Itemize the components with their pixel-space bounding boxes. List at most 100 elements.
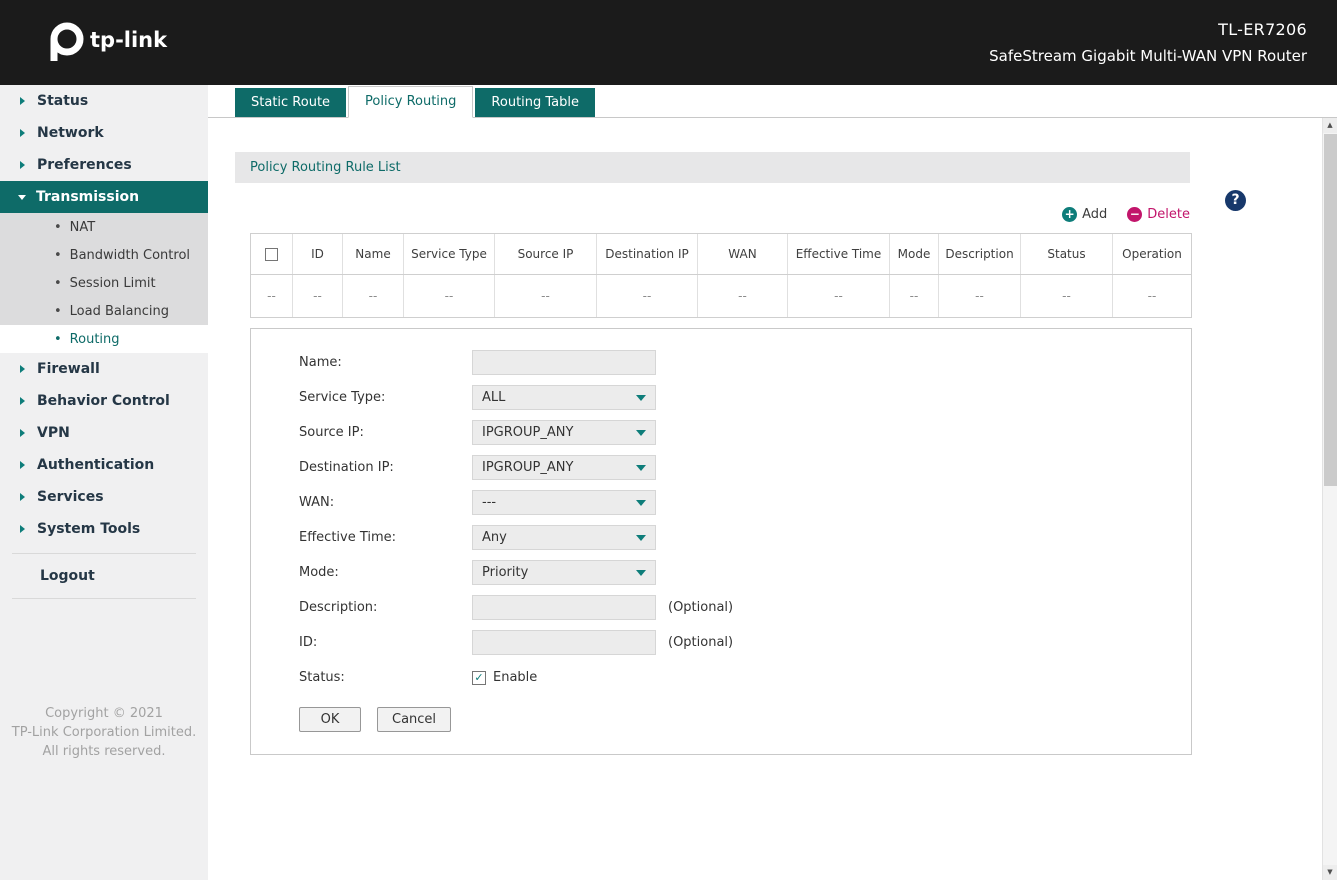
main-content: Static Route Policy Routing Routing Tabl… [208, 85, 1337, 880]
sidebar-item-routing[interactable]: • Routing [0, 325, 208, 353]
sidebar-item-label: Authentication [37, 457, 155, 473]
chevron-down-icon [636, 429, 646, 436]
help-glyph: ? [1231, 192, 1240, 208]
wan-select[interactable]: --- [472, 490, 656, 515]
select-value: Any [482, 530, 507, 545]
tab-content: Policy Routing Rule List ? + Add − Delet… [208, 152, 1337, 755]
sidebar-item-label: Behavior Control [37, 393, 170, 409]
optional-hint: (Optional) [668, 635, 734, 650]
ok-button[interactable]: OK [299, 707, 361, 732]
tab-static-route[interactable]: Static Route [235, 88, 347, 117]
scroll-up-arrow[interactable]: ▲ [1323, 118, 1337, 133]
form-row-effective-time: Effective Time: Any [251, 520, 1191, 555]
sidebar-item-bandwidth-control[interactable]: • Bandwidth Control [0, 241, 208, 269]
chevron-right-icon [20, 97, 25, 105]
id-input[interactable] [472, 630, 656, 655]
logo-wordmark: tp-link [90, 28, 168, 52]
scrollbar-thumb[interactable] [1324, 134, 1337, 486]
sidebar-item-vpn[interactable]: VPN [0, 417, 208, 449]
chevron-right-icon [20, 365, 25, 373]
chevron-down-icon [636, 569, 646, 576]
optional-hint: (Optional) [668, 600, 734, 615]
column-header-description: Description [939, 234, 1021, 274]
name-input[interactable] [472, 350, 656, 375]
add-button[interactable]: + Add [1062, 206, 1108, 222]
select-value: --- [482, 495, 497, 510]
table-cell: -- [495, 275, 597, 317]
form-buttons: OK Cancel [251, 707, 1191, 732]
help-icon[interactable]: ? [1225, 190, 1246, 211]
column-header-wan: WAN [698, 234, 788, 274]
destination-ip-label: Destination IP: [299, 460, 394, 475]
column-header-id: ID [293, 234, 343, 274]
chevron-down-icon [636, 534, 646, 541]
form-row-source-ip: Source IP: IPGROUP_ANY [251, 415, 1191, 450]
mode-select[interactable]: Priority [472, 560, 656, 585]
table-toolbar: + Add − Delete [235, 204, 1190, 224]
table-cell: -- [890, 275, 939, 317]
table-cell: -- [1147, 289, 1157, 303]
column-header-effective-time: Effective Time [788, 234, 890, 274]
vertical-scrollbar[interactable]: ▲ ▼ [1322, 118, 1337, 880]
sidebar-item-firewall[interactable]: Firewall [0, 353, 208, 385]
chevron-right-icon [20, 429, 25, 437]
device-model: TL-ER7206 [1218, 20, 1307, 39]
scroll-down-arrow[interactable]: ▼ [1323, 865, 1337, 880]
delete-icon: − [1127, 206, 1143, 222]
select-all-cell [251, 234, 293, 274]
service-type-select[interactable]: ALL [472, 385, 656, 410]
description-input[interactable] [472, 595, 656, 620]
select-all-checkbox[interactable] [265, 247, 278, 261]
chevron-right-icon [20, 161, 25, 169]
cancel-button[interactable]: Cancel [377, 707, 452, 732]
sidebar-item-status[interactable]: Status [0, 85, 208, 117]
sidebar-item-authentication[interactable]: Authentication [0, 449, 208, 481]
sidebar-item-session-limit[interactable]: • Session Limit [0, 269, 208, 297]
sidebar-item-behavior-control[interactable]: Behavior Control [0, 385, 208, 417]
sidebar-item-preferences[interactable]: Preferences [0, 149, 208, 181]
enable-checkbox[interactable]: ✓ [472, 670, 486, 685]
select-value: ALL [482, 390, 506, 405]
device-subtitle: SafeStream Gigabit Multi-WAN VPN Router [989, 47, 1307, 65]
sidebar-item-system-tools[interactable]: System Tools [0, 513, 208, 545]
logout-button[interactable]: Logout [12, 554, 196, 598]
sidebar-item-nat[interactable]: • NAT [0, 213, 208, 241]
description-label: Description: [299, 600, 378, 615]
check-icon: ✓ [474, 671, 484, 684]
tab-policy-routing[interactable]: Policy Routing [348, 86, 474, 118]
sidebar-item-load-balancing[interactable]: • Load Balancing [0, 297, 208, 325]
tab-routing-table[interactable]: Routing Table [475, 88, 596, 117]
column-header-mode: Mode [890, 234, 939, 274]
source-ip-select[interactable]: IPGROUP_ANY [472, 420, 656, 445]
delete-button[interactable]: − Delete [1127, 206, 1190, 222]
column-header-destination-ip: Destination IP [597, 234, 698, 274]
add-label: Add [1082, 206, 1108, 222]
source-ip-label: Source IP: [299, 425, 364, 440]
sidebar-item-label: Firewall [37, 361, 100, 377]
add-icon: + [1062, 206, 1078, 222]
chevron-right-icon [20, 493, 25, 501]
header-device-info: TL-ER7206 SafeStream Gigabit Multi-WAN V… [989, 20, 1307, 65]
logout-label: Logout [40, 568, 95, 584]
sidebar-item-services[interactable]: Services [0, 481, 208, 513]
sidebar-item-network[interactable]: Network [0, 117, 208, 149]
destination-ip-select[interactable]: IPGROUP_ANY [472, 455, 656, 480]
chevron-right-icon [20, 397, 25, 405]
top-header: tp-link TL-ER7206 SafeStream Gigabit Mul… [0, 0, 1337, 85]
table-cell: -- [698, 275, 788, 317]
sidebar-subitem-label: Routing [69, 331, 120, 347]
bullet-icon: • [54, 303, 62, 319]
select-value: IPGROUP_ANY [482, 425, 574, 440]
form-row-mode: Mode: Priority [251, 555, 1191, 590]
logout-section: Logout [12, 553, 196, 599]
sidebar-item-label: Transmission [36, 189, 140, 205]
copyright: Copyright © 2021 TP-Link Corporation Lim… [0, 704, 208, 761]
effective-time-select[interactable]: Any [472, 525, 656, 550]
form-row-destination-ip: Destination IP: IPGROUP_ANY [251, 450, 1191, 485]
sidebar-item-transmission[interactable]: Transmission [0, 181, 208, 213]
sidebar-subitem-label: Bandwidth Control [69, 247, 191, 263]
column-header-operation: Operation [1122, 247, 1182, 261]
select-value: IPGROUP_ANY [482, 460, 574, 475]
screen: tp-link TL-ER7206 SafeStream Gigabit Mul… [0, 0, 1337, 880]
table-row: -- -- -- -- -- -- -- -- -- -- -- -- [251, 275, 1191, 317]
